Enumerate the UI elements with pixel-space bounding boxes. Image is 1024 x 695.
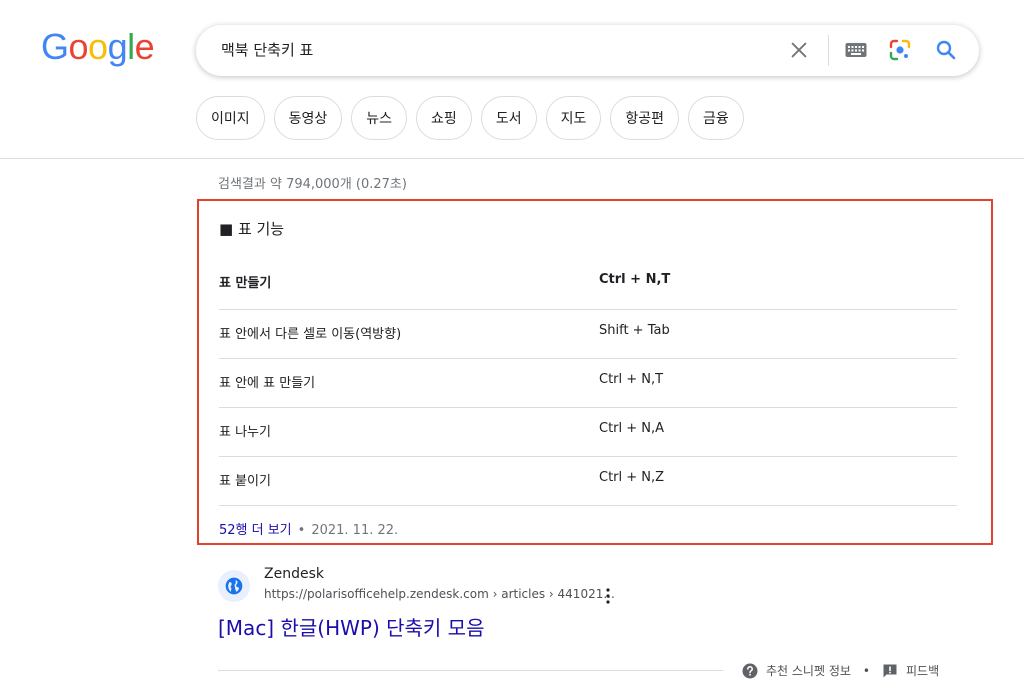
result-stats: 검색결과 약 794,000개 (0.27초)	[218, 177, 407, 192]
table-cell: 표 붙이기	[219, 474, 271, 489]
globe-icon	[225, 577, 243, 595]
keyboard-icon[interactable]	[845, 42, 867, 58]
table-row: 표 나누기 Ctrl + N,A	[219, 408, 957, 457]
search-divider	[828, 35, 829, 66]
feedback-icon[interactable]	[882, 663, 898, 679]
site-name[interactable]: Zendesk	[264, 566, 324, 582]
feedback-link[interactable]: 피드백	[906, 662, 939, 679]
more-options-icon[interactable]	[601, 587, 615, 605]
chip-flights[interactable]: 항공편	[610, 96, 679, 140]
table-cell: Ctrl + N,T	[599, 272, 671, 287]
footer-divider	[218, 670, 723, 671]
chip-images[interactable]: 이미지	[196, 96, 265, 140]
chip-finance[interactable]: 금융	[687, 96, 744, 140]
logo-letter: g	[107, 26, 128, 67]
logo-letter: o	[88, 26, 108, 67]
logo-letter: o	[68, 26, 89, 67]
table-row: 표 안에 표 만들기 Ctrl + N,T	[219, 359, 957, 408]
table-row: 표 붙이기 Ctrl + N,Z	[219, 457, 957, 506]
chip-maps[interactable]: 지도	[545, 96, 602, 140]
table-cell: Ctrl + N,A	[599, 421, 665, 436]
table-cell: 표 만들기	[219, 276, 272, 291]
featured-snippet: ■ 표 기능 표 만들기 Ctrl + N,T 표 안에서 다른 셀로 이동(역…	[197, 199, 993, 545]
close-icon[interactable]	[788, 39, 810, 61]
snippet-heading: ■ 표 기능	[219, 220, 285, 238]
search-tabs: 이미지 동영상 뉴스 쇼핑 도서 지도 항공편 금융	[196, 96, 744, 140]
table-cell: 표 안에 표 만들기	[219, 376, 316, 391]
search-input[interactable]: 맥북 단축키 표	[221, 39, 313, 60]
table-cell: Ctrl + N,T	[599, 372, 664, 387]
logo-letter: e	[134, 26, 155, 67]
snippet-footer: 52행 더 보기 • 2021. 11. 22.	[219, 519, 398, 538]
logo-letter: G	[41, 26, 69, 67]
search-icon[interactable]	[934, 38, 958, 62]
site-favicon[interactable]	[218, 570, 250, 602]
table-cell: Shift + Tab	[599, 323, 670, 338]
site-url[interactable]: https://polarisofficehelp.zendesk.com › …	[264, 587, 615, 601]
table-header-row: 표 만들기 Ctrl + N,T	[219, 261, 957, 310]
separator-dot: •	[297, 523, 306, 538]
result-title-link[interactable]: [Mac] 한글(HWP) 단축키 모음	[218, 612, 484, 641]
logo-letter: l	[127, 26, 135, 67]
chip-news[interactable]: 뉴스	[351, 96, 408, 140]
google-logo[interactable]: Google	[41, 26, 155, 68]
separator-dot: •	[862, 663, 870, 678]
snippet-info-link[interactable]: 추천 스니펫 정보	[766, 662, 851, 679]
lens-icon[interactable]	[888, 38, 912, 62]
header-divider	[0, 158, 1024, 159]
more-rows-link[interactable]: 52행 더 보기	[219, 523, 292, 538]
search-box[interactable]: 맥북 단축키 표	[196, 25, 979, 76]
snippet-date: 2021. 11. 22.	[311, 523, 399, 538]
shortcut-table: 표 만들기 Ctrl + N,T 표 안에서 다른 셀로 이동(역방향) Shi…	[219, 261, 957, 506]
table-cell: 표 나누기	[219, 425, 271, 440]
chip-videos[interactable]: 동영상	[273, 96, 343, 140]
chip-books[interactable]: 도서	[480, 96, 537, 140]
table-row: 표 안에서 다른 셀로 이동(역방향) Shift + Tab	[219, 310, 957, 359]
table-cell: 표 안에서 다른 셀로 이동(역방향)	[219, 327, 402, 342]
snippet-footer-bar: 추천 스니펫 정보 • 피드백	[742, 662, 939, 679]
table-cell: Ctrl + N,Z	[599, 470, 665, 485]
chip-shopping[interactable]: 쇼핑	[416, 96, 472, 140]
help-icon[interactable]	[742, 663, 758, 679]
